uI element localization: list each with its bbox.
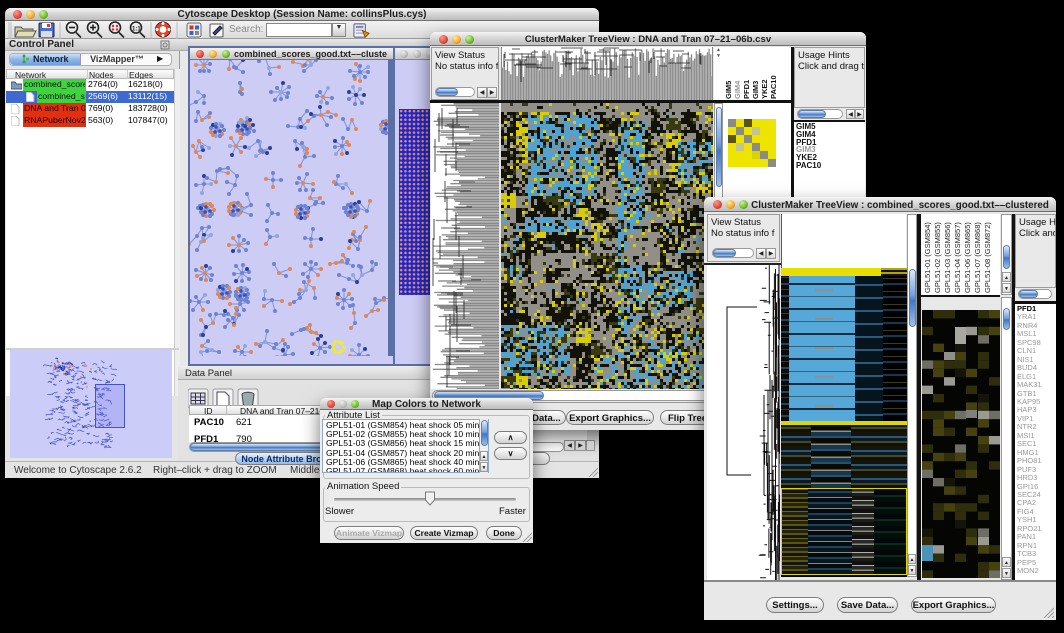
svg-text:YKE2: YKE2 [760,79,769,99]
svg-text:GIM4: GIM4 [733,80,742,99]
svg-text:GPL51-01 (GSM854): GPL51-01 (GSM854) [923,222,932,293]
svg-text:GPL51-03 (GSM856): GPL51-03 (GSM856) [943,222,952,293]
svg-text:GIM3: GIM3 [751,81,760,99]
svg-text:PAC10: PAC10 [769,75,778,99]
svg-text:GPL51-07 (GSM868): GPL51-07 (GSM868) [973,222,982,293]
svg-text:GIM5: GIM5 [724,81,733,99]
svg-text:GPL51-02 (GSM855): GPL51-02 (GSM855) [933,222,942,293]
svg-text:1:1: 1:1 [132,27,141,33]
svg-text:GPL51-08 (GSM872): GPL51-08 (GSM872) [983,222,992,293]
svg-text:PFD1: PFD1 [742,80,751,99]
svg-text:GPL51-04 (GSM857): GPL51-04 (GSM857) [953,222,962,293]
svg-text:GPL51-06 (GSM865): GPL51-06 (GSM865) [963,222,972,293]
